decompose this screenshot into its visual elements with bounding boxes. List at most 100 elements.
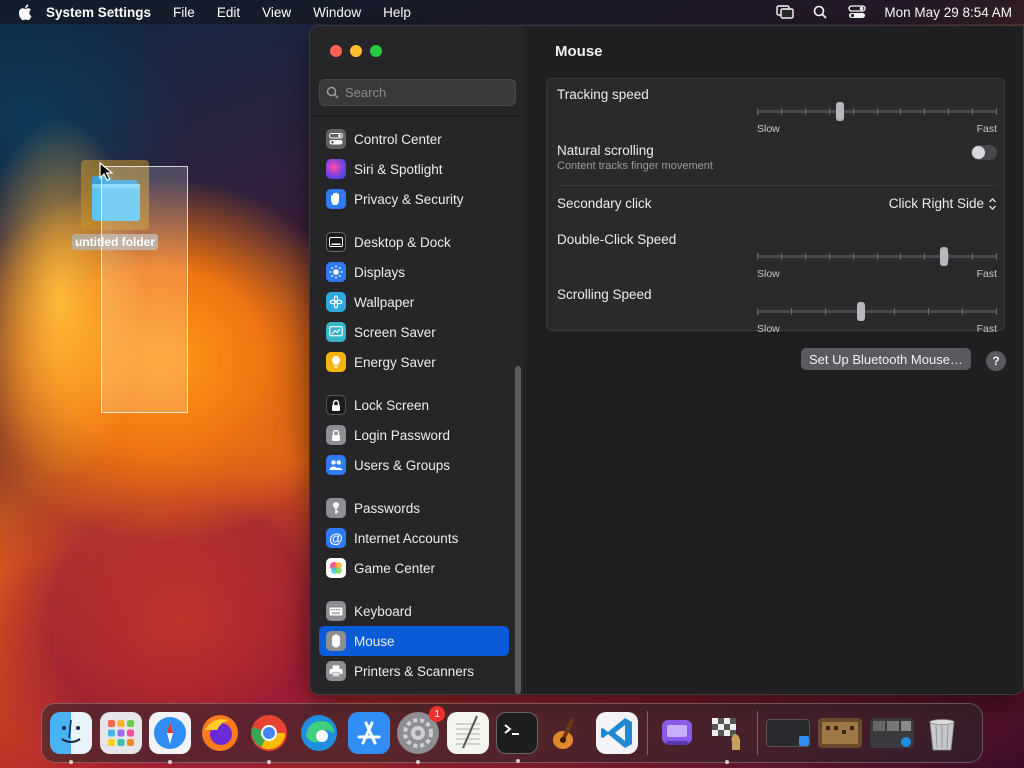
garageband-icon[interactable] [546, 712, 588, 754]
sidebar-item-keyboard[interactable]: Keyboard [319, 596, 509, 626]
menu-edit[interactable]: Edit [217, 5, 240, 20]
slider-tick [805, 253, 806, 260]
sidebar-item-privacy-security[interactable]: Privacy & Security [319, 184, 509, 214]
slider-tick [791, 308, 792, 315]
sidebar-item-control-center[interactable]: Control Center [319, 124, 509, 154]
natural-scrolling-row: Natural scrolling Content tracks finger … [557, 143, 997, 183]
close-window-button[interactable] [330, 45, 342, 57]
slider-tick [877, 108, 878, 115]
menu-bar: System Settings File Edit View Window He… [0, 0, 1024, 24]
sidebar-item-displays[interactable]: Displays [319, 257, 509, 287]
slider-tick [781, 253, 782, 260]
sidebar-search[interactable] [319, 79, 516, 106]
printer-icon [326, 661, 346, 681]
slider-tick [757, 108, 758, 115]
dock-separator [757, 711, 759, 755]
scrolling-speed-slider[interactable]: Slow Fast [757, 302, 997, 335]
system-settings-icon[interactable]: 1 [397, 706, 446, 764]
sidebar-item-passwords[interactable]: Passwords [319, 493, 509, 523]
chrome-icon[interactable] [248, 712, 290, 764]
setup-bluetooth-mouse-button[interactable]: Set Up Bluetooth Mouse… [801, 348, 971, 370]
search-input[interactable] [345, 85, 505, 100]
slider-min-label: Slow [757, 268, 780, 280]
slider-min-label: Slow [757, 123, 780, 135]
sidebar-item-label: Lock Screen [354, 397, 430, 413]
sidebar-item-game-center[interactable]: Game Center [319, 553, 509, 583]
spotlight-search-icon[interactable] [812, 5, 830, 19]
natural-scrolling-label: Natural scrolling [557, 143, 654, 158]
sidebar-item-label: Desktop & Dock [354, 234, 451, 250]
textedit-icon[interactable] [446, 712, 489, 754]
edge-icon[interactable] [298, 712, 340, 754]
sidebar-scrollbar[interactable] [515, 366, 521, 694]
zoom-window-button[interactable] [370, 45, 382, 57]
row-divider [557, 185, 997, 186]
sidebar-item-lock-screen[interactable]: Lock Screen [319, 390, 509, 420]
secondary-click-select[interactable]: Click Right Side [889, 196, 997, 211]
app-store-icon[interactable] [347, 712, 390, 754]
sidebar-item-internet-accounts[interactable]: @ Internet Accounts [319, 523, 509, 553]
slider-tick [924, 253, 925, 260]
sidebar-item-printers-scanners[interactable]: Printers & Scanners [319, 656, 509, 686]
slider-thumb[interactable] [940, 247, 948, 266]
slider-tick [894, 308, 895, 315]
minimized-window-2[interactable] [817, 718, 862, 748]
minimized-window-3[interactable] [869, 718, 914, 748]
sidebar-item-label: Screen Saver [354, 324, 436, 340]
menu-window[interactable]: Window [313, 5, 361, 20]
slider-tick [900, 108, 901, 115]
search-icon [326, 86, 339, 99]
screen-mirroring-icon[interactable] [776, 5, 795, 19]
help-button[interactable]: ? [986, 351, 1006, 371]
sun-icon [326, 262, 346, 282]
toggle-knob [972, 146, 985, 159]
menu-clock[interactable]: Mon May 29 8:54 AM [884, 5, 1012, 20]
minimize-window-button[interactable] [350, 45, 362, 57]
terminal-icon[interactable] [496, 712, 539, 763]
menu-app-name[interactable]: System Settings [46, 5, 151, 20]
slider-tick [924, 108, 925, 115]
double-click-speed-slider[interactable]: Slow Fast [757, 247, 997, 280]
sidebar-item-screen-saver[interactable]: Screen Saver [319, 317, 509, 347]
sidebar-item-energy-saver[interactable]: Energy Saver [319, 347, 509, 377]
sidebar-item-desktop-dock[interactable]: Desktop & Dock [319, 227, 509, 257]
firefox-icon[interactable] [199, 712, 241, 754]
sidebar-item-wallpaper[interactable]: Wallpaper [319, 287, 509, 317]
chess-icon[interactable] [706, 712, 748, 764]
natural-scrolling-toggle[interactable] [971, 145, 997, 160]
control-center-icon[interactable] [848, 5, 867, 19]
control-center-icon [326, 129, 346, 149]
sidebar-scrollbar-thumb[interactable] [515, 366, 521, 694]
minimized-window-1[interactable] [766, 719, 811, 747]
slider-thumb[interactable] [857, 302, 865, 321]
sidebar: Control Center Siri & Spotlight Privacy … [310, 26, 525, 694]
vscode-icon[interactable] [595, 712, 638, 754]
apple-menu-icon[interactable] [18, 4, 32, 20]
safari-icon[interactable] [149, 712, 192, 764]
double-click-speed-row: Double-Click Speed Slow Fast [557, 232, 997, 280]
slider-thumb[interactable] [836, 102, 844, 121]
drag-selection-rect [101, 166, 188, 413]
sidebar-divider [310, 116, 525, 117]
sidebar-item-mouse[interactable]: Mouse [319, 626, 509, 656]
slider-track [757, 310, 997, 313]
slider-tick [972, 108, 973, 115]
menu-help[interactable]: Help [383, 5, 411, 20]
sidebar-item-siri-spotlight[interactable]: Siri & Spotlight [319, 154, 509, 184]
trash-icon[interactable] [921, 712, 963, 754]
slider-max-label: Fast [976, 323, 997, 335]
menu-view[interactable]: View [262, 5, 291, 20]
sidebar-item-login-password[interactable]: Login Password [319, 420, 509, 450]
slider-max-label: Fast [976, 268, 997, 280]
launchpad-icon[interactable] [99, 712, 142, 754]
finder-icon[interactable] [50, 712, 92, 764]
sidebar-list: Control Center Siri & Spotlight Privacy … [319, 124, 509, 686]
menu-file[interactable]: File [173, 5, 195, 20]
sidebar-item-users-groups[interactable]: Users & Groups [319, 450, 509, 480]
dock-separator [647, 711, 649, 755]
apple-configurator-icon[interactable] [656, 712, 698, 754]
slider-tick [829, 253, 830, 260]
tracking-speed-slider[interactable]: Slow Fast [757, 102, 997, 135]
slider-max-label: Fast [976, 123, 997, 135]
users-icon [326, 455, 346, 475]
